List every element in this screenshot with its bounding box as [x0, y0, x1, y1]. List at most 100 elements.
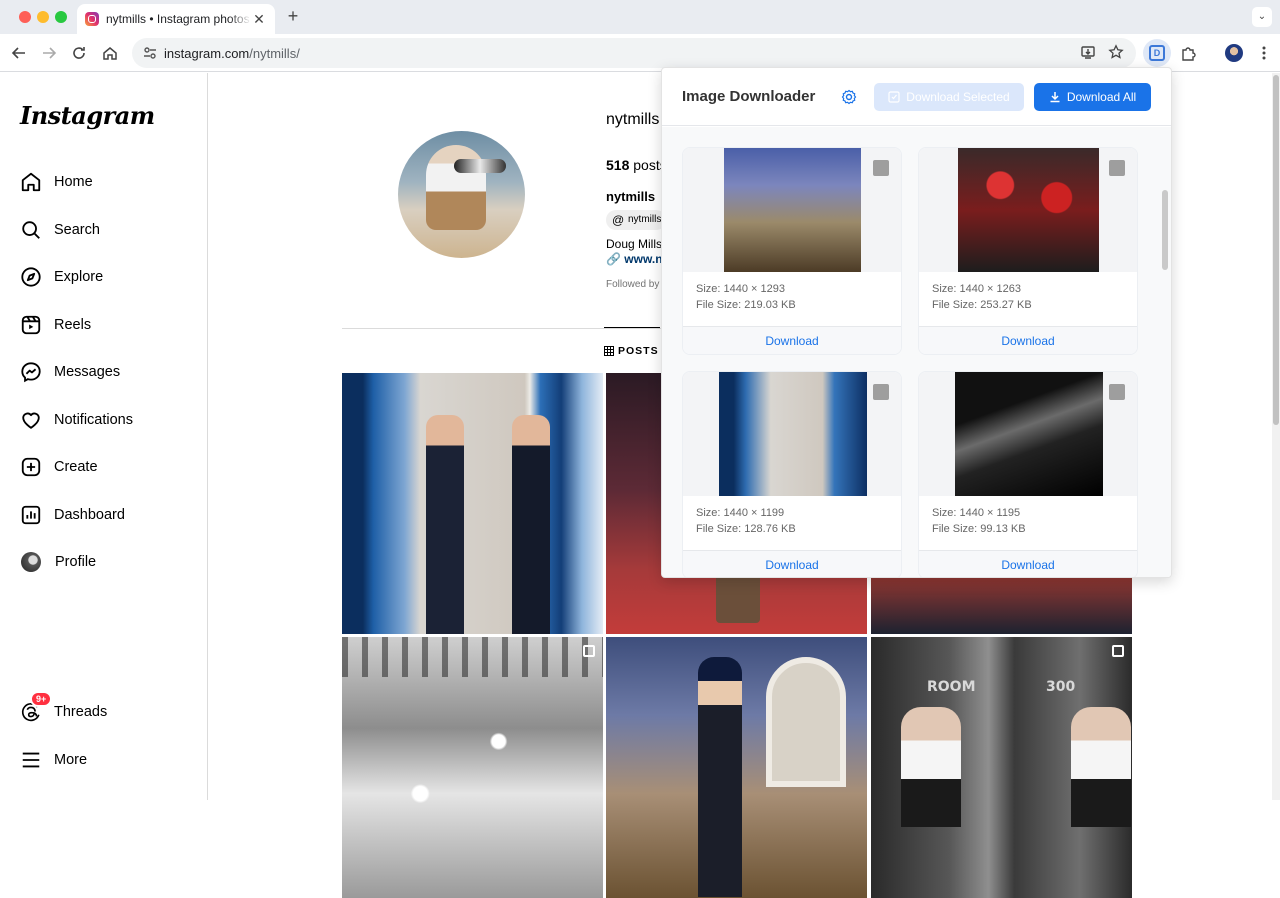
image-list: Size: 1440 × 1293 File Size: 219.03 KB D… [662, 127, 1171, 577]
image-dimensions: Size: 1440 × 1263 [932, 283, 1021, 295]
site-settings-icon[interactable] [142, 45, 158, 61]
dashboard-icon [21, 505, 41, 525]
browser-menu-icon[interactable] [1250, 39, 1278, 67]
address-bar[interactable]: instagram.com/nytmills/ [132, 38, 1136, 68]
image-thumbnail[interactable] [919, 372, 1137, 496]
sidebar-item-label: Messages [54, 364, 121, 380]
multiple-photos-icon [1112, 645, 1124, 657]
messenger-icon [21, 362, 41, 383]
tab-title: nytmills • Instagram photos and videos [106, 12, 251, 26]
back-arrow-icon[interactable] [7, 41, 31, 65]
tab-posts[interactable]: POSTS [604, 345, 659, 357]
image-thumbnail[interactable] [919, 148, 1137, 272]
sidebar-item-dashboard[interactable]: Dashboard [20, 503, 125, 527]
download-icon [1050, 92, 1060, 103]
select-checkbox[interactable] [873, 384, 889, 400]
image-card: Size: 1440 × 1195 File Size: 99.13 KB Do… [918, 371, 1138, 577]
post-tile[interactable]: ROOM 300 [871, 637, 1132, 898]
compass-icon [21, 267, 41, 287]
profile-avatar-icon[interactable] [1220, 39, 1248, 67]
forward-arrow-icon[interactable] [37, 41, 61, 65]
profile-avatar[interactable] [398, 131, 525, 258]
sidebar-item-search[interactable]: Search [20, 218, 100, 242]
multiple-photos-icon [583, 645, 595, 657]
image-downloader-popup: Image Downloader Download Selected Downl… [661, 67, 1172, 578]
new-tab-icon[interactable]: + [283, 6, 303, 26]
image-card: Size: 1440 × 1263 File Size: 253.27 KB D… [918, 147, 1138, 355]
hamburger-menu-icon [22, 752, 40, 768]
post-tile[interactable] [606, 637, 867, 898]
window-close-button[interactable] [19, 11, 31, 23]
download-button[interactable]: Download [683, 326, 901, 354]
reels-icon [21, 315, 41, 335]
grid-icon [604, 346, 614, 356]
download-selected-icon [888, 91, 900, 103]
popup-title: Image Downloader [682, 88, 816, 105]
posts-count: 518 posts [606, 157, 667, 173]
followed-by-text[interactable]: Followed by [606, 279, 659, 290]
sidebar-item-profile[interactable]: Profile [20, 550, 96, 574]
download-button[interactable]: Download [919, 550, 1137, 577]
image-dimensions: Size: 1440 × 1199 [696, 507, 785, 519]
sidebar-item-create[interactable]: Create [20, 455, 98, 479]
room-number-text: 300 [1046, 679, 1076, 695]
sidebar-item-home[interactable]: Home [20, 170, 93, 194]
settings-gear-icon[interactable] [841, 89, 857, 105]
room-sign-text: ROOM [927, 679, 976, 695]
download-button[interactable]: Download [683, 550, 901, 577]
sidebar-item-label: Home [54, 174, 93, 190]
image-card: Size: 1440 × 1293 File Size: 219.03 KB D… [682, 147, 902, 355]
image-dimensions: Size: 1440 × 1195 [932, 507, 1021, 519]
image-file-size: File Size: 253.27 KB [932, 299, 1032, 311]
sidebar-item-label: More [54, 752, 88, 768]
image-thumbnail[interactable] [683, 148, 901, 272]
tab-active-indicator [604, 327, 660, 328]
window-minimize-button[interactable] [37, 11, 49, 23]
image-file-size: File Size: 128.76 KB [696, 523, 796, 535]
image-dimensions: Size: 1440 × 1293 [696, 283, 785, 295]
url-text: instagram.com/nytmills/ [164, 45, 300, 61]
bio-link[interactable]: 🔗 www.n [606, 252, 663, 266]
sidebar-item-notifications[interactable]: Notifications [20, 408, 133, 432]
instagram-favicon-icon [85, 12, 99, 26]
sidebar-item-more[interactable]: More [20, 748, 87, 772]
reload-icon[interactable] [67, 41, 91, 65]
image-downloader-extension-icon[interactable]: D [1143, 39, 1171, 67]
window-maximize-button[interactable] [55, 11, 67, 23]
image-thumbnail[interactable] [683, 372, 901, 496]
post-tile[interactable] [342, 373, 603, 634]
sidebar-item-threads[interactable]: 9+ Threads [20, 691, 108, 724]
page-scrollbar-thumb[interactable] [1273, 75, 1279, 425]
browser-tab-strip: nytmills • Instagram photos and videos ✕… [0, 0, 1280, 34]
popup-scrollbar-thumb[interactable] [1162, 190, 1168, 270]
download-all-button[interactable]: Download All [1034, 83, 1151, 111]
sidebar-item-reels[interactable]: Reels [20, 313, 91, 337]
search-icon [22, 221, 40, 239]
plus-square-icon [21, 457, 41, 477]
home-icon[interactable] [98, 41, 122, 65]
image-card: Size: 1440 × 1199 File Size: 128.76 KB D… [682, 371, 902, 577]
extensions-puzzle-icon[interactable] [1174, 39, 1202, 67]
tab-search-chevron-icon[interactable]: ⌄ [1252, 7, 1272, 27]
home-icon [21, 172, 41, 192]
post-tile[interactable] [342, 637, 603, 898]
sidebar-item-label: Create [54, 459, 98, 475]
link-icon: 🔗 [606, 252, 621, 266]
select-checkbox[interactable] [1109, 160, 1125, 176]
threads-handle-pill[interactable]: @ nytmills [606, 210, 666, 230]
select-checkbox[interactable] [873, 160, 889, 176]
profile-display-name: nytmills [606, 189, 656, 204]
sidebar-item-label: Notifications [54, 412, 133, 428]
select-checkbox[interactable] [1109, 384, 1125, 400]
close-tab-icon[interactable]: ✕ [251, 11, 267, 27]
download-selected-button[interactable]: Download Selected [874, 83, 1024, 111]
sidebar-item-label: Threads [54, 704, 108, 720]
popup-header: Image Downloader Download Selected Downl… [662, 68, 1171, 126]
bookmark-star-icon[interactable] [1108, 44, 1124, 65]
browser-tab-active[interactable]: nytmills • Instagram photos and videos ✕ [77, 4, 275, 34]
sidebar-item-explore[interactable]: Explore [20, 265, 103, 289]
download-button[interactable]: Download [919, 326, 1137, 354]
install-app-icon[interactable] [1080, 44, 1096, 65]
instagram-logo[interactable]: Instagram [20, 101, 155, 130]
sidebar-item-messages[interactable]: Messages [20, 360, 120, 384]
